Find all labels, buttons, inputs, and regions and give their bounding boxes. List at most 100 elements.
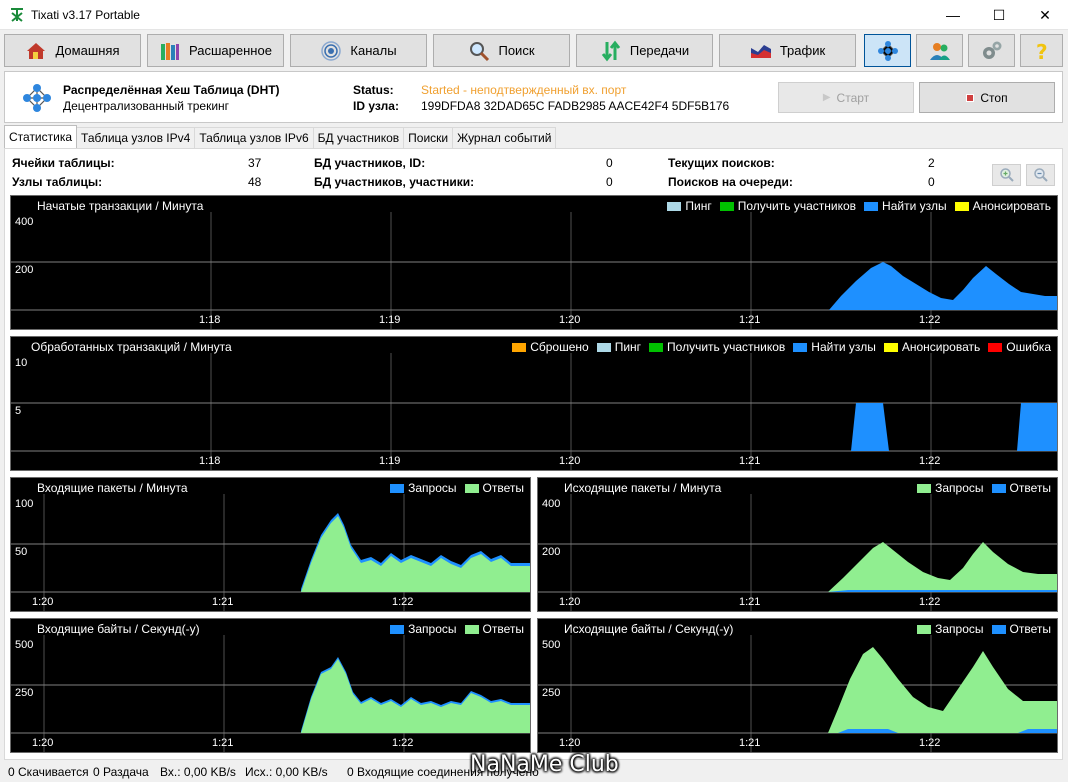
settings-button[interactable] bbox=[968, 34, 1015, 67]
minimize-button[interactable]: — bbox=[930, 0, 976, 30]
x-tick-label: 1:18 bbox=[199, 455, 221, 467]
x-tick-label: 1:22 bbox=[392, 596, 414, 608]
peersdb-peers-value: 0 bbox=[606, 175, 613, 189]
responses-area bbox=[301, 516, 530, 592]
legend-item-responses: Ответы bbox=[991, 622, 1051, 636]
graph-title: Исходящие байты / Секунд(-у) bbox=[564, 622, 734, 636]
y-tick-label: 5 bbox=[15, 405, 22, 417]
requests-area bbox=[828, 647, 1057, 733]
traffic-button[interactable]: Трафик bbox=[719, 34, 856, 67]
started-transactions-plot bbox=[11, 212, 1057, 329]
x-tick-label: 1:21 bbox=[739, 737, 761, 749]
legend-item-responses: Ответы bbox=[464, 481, 524, 495]
table-cells-value: 37 bbox=[248, 156, 262, 170]
x-tick-label: 1:21 bbox=[739, 314, 761, 326]
home-icon bbox=[27, 42, 46, 59]
requests-area bbox=[828, 542, 1057, 592]
graph-legend: Запросы Ответы bbox=[390, 481, 524, 495]
transfer-arrows-icon bbox=[601, 40, 621, 61]
search-button[interactable]: Поиск bbox=[433, 34, 570, 67]
outgoing-bytes-plot bbox=[538, 635, 1057, 752]
zoom-in-button[interactable] bbox=[992, 164, 1021, 186]
transfers-button[interactable]: Передачи bbox=[576, 34, 713, 67]
legend-item-ping: Пинг bbox=[596, 340, 641, 354]
legend-item-responses: Ответы bbox=[991, 481, 1051, 495]
table-nodes-value: 48 bbox=[248, 175, 262, 189]
home-button[interactable]: Домашняя bbox=[4, 34, 141, 67]
dht-network-icon bbox=[23, 84, 51, 112]
stop-button[interactable]: Стоп bbox=[919, 82, 1055, 113]
tab-ipv4-table[interactable]: Таблица узлов IPv4 bbox=[76, 127, 196, 148]
stop-icon bbox=[966, 93, 975, 102]
x-tick-label: 1:21 bbox=[739, 596, 761, 608]
dht-info-panel: Распределённая Хеш Таблица (DHT) Децентр… bbox=[4, 71, 1063, 123]
x-tick-label: 1:22 bbox=[919, 314, 941, 326]
home-button-label: Домашняя bbox=[55, 43, 120, 58]
tab-event-log[interactable]: Журнал событий bbox=[452, 127, 557, 148]
queued-searches-value: 0 bbox=[928, 175, 935, 189]
peersdb-id-value: 0 bbox=[606, 156, 613, 170]
legend-item-error: Ошибка bbox=[988, 340, 1051, 354]
maximize-button[interactable]: ☐ bbox=[976, 0, 1022, 30]
legend-item-get-peers: Получить участников bbox=[719, 199, 856, 213]
close-button[interactable]: ✕ bbox=[1022, 0, 1068, 30]
graph-title: Исходящие пакеты / Минута bbox=[564, 481, 722, 495]
graph-title: Входящие пакеты / Минута bbox=[37, 481, 188, 495]
find-nodes-area bbox=[829, 262, 1057, 310]
x-tick-label: 1:20 bbox=[32, 737, 54, 749]
legend-item-find-nodes: Найти узлы bbox=[864, 199, 947, 213]
tab-peers-db[interactable]: БД участников bbox=[312, 127, 405, 148]
graph-legend: Запросы Ответы bbox=[917, 481, 1051, 495]
x-tick-label: 1:20 bbox=[559, 455, 581, 467]
help-button[interactable]: ? bbox=[1020, 34, 1063, 67]
watermark: NaNaMe Club bbox=[470, 752, 619, 777]
books-icon bbox=[161, 42, 180, 60]
incoming-packets-graph: Входящие пакеты / Минута Запросы Ответы … bbox=[10, 477, 531, 612]
graph-legend: Запросы Ответы bbox=[390, 622, 524, 636]
legend-item-requests: Запросы bbox=[917, 481, 984, 495]
seeding-count[interactable]: 0 Раздача bbox=[93, 765, 149, 779]
y-tick-label: 100 bbox=[15, 498, 34, 510]
x-tick-label: 1:22 bbox=[392, 737, 414, 749]
legend-item-ping: Пинг bbox=[667, 199, 712, 213]
tab-ipv6-table[interactable]: Таблица узлов IPv6 bbox=[194, 127, 314, 148]
shared-button[interactable]: Расшаренное bbox=[147, 34, 284, 67]
find-nodes-area bbox=[851, 403, 889, 451]
zoom-out-button[interactable] bbox=[1026, 164, 1055, 186]
dht-button[interactable] bbox=[864, 34, 911, 67]
start-button[interactable]: ▶ Старт bbox=[778, 82, 914, 113]
legend-item-find-nodes: Найти узлы bbox=[793, 340, 876, 354]
svg-text:?: ? bbox=[1036, 40, 1048, 62]
transfers-button-label: Передачи bbox=[629, 43, 690, 58]
users-button[interactable] bbox=[916, 34, 963, 67]
queued-searches-label: Поисков на очереди: bbox=[668, 175, 793, 189]
network-nodes-icon bbox=[877, 40, 898, 61]
search-button-label: Поиск bbox=[498, 43, 535, 58]
tab-searches[interactable]: Поиски bbox=[403, 127, 454, 148]
channels-button[interactable]: Каналы bbox=[290, 34, 427, 67]
y-tick-label: 500 bbox=[15, 639, 34, 651]
y-tick-label: 50 bbox=[15, 546, 28, 558]
incoming-speed[interactable]: Вх.: 0,00 KB/s bbox=[160, 765, 236, 779]
x-tick-label: 1:21 bbox=[739, 455, 761, 467]
zoom-in-icon bbox=[999, 168, 1014, 182]
channels-button-label: Каналы bbox=[350, 43, 397, 58]
downloading-count[interactable]: 0 Скачивается bbox=[8, 765, 89, 779]
shared-button-label: Расшаренное bbox=[189, 43, 272, 58]
y-tick-label: 200 bbox=[15, 264, 34, 276]
node-id-value: 199DFDA8 32DAD65C FADB2985 AACE42F4 5DF5… bbox=[421, 99, 730, 113]
legend-item-announce: Анонсировать bbox=[883, 340, 980, 354]
magnifier-icon bbox=[470, 41, 490, 61]
x-tick-label: 1:20 bbox=[559, 737, 581, 749]
graph-title: Начатые транзакции / Минута bbox=[37, 199, 204, 213]
x-tick-label: 1:19 bbox=[379, 314, 401, 326]
outgoing-speed[interactable]: Исх.: 0,00 KB/s bbox=[245, 765, 328, 779]
stop-button-label: Стоп bbox=[980, 90, 1008, 105]
y-tick-label: 400 bbox=[15, 216, 34, 228]
window-title: Tixati v3.17 Portable bbox=[31, 7, 140, 22]
tab-statistics[interactable]: Статистика bbox=[4, 125, 78, 148]
users-icon bbox=[929, 42, 950, 60]
x-tick-label: 1:22 bbox=[919, 596, 941, 608]
peersdb-id-label: БД участников, ID: bbox=[314, 156, 426, 170]
incoming-bytes-graph: Входящие байты / Секунд(-у) Запросы Отве… bbox=[10, 618, 531, 753]
